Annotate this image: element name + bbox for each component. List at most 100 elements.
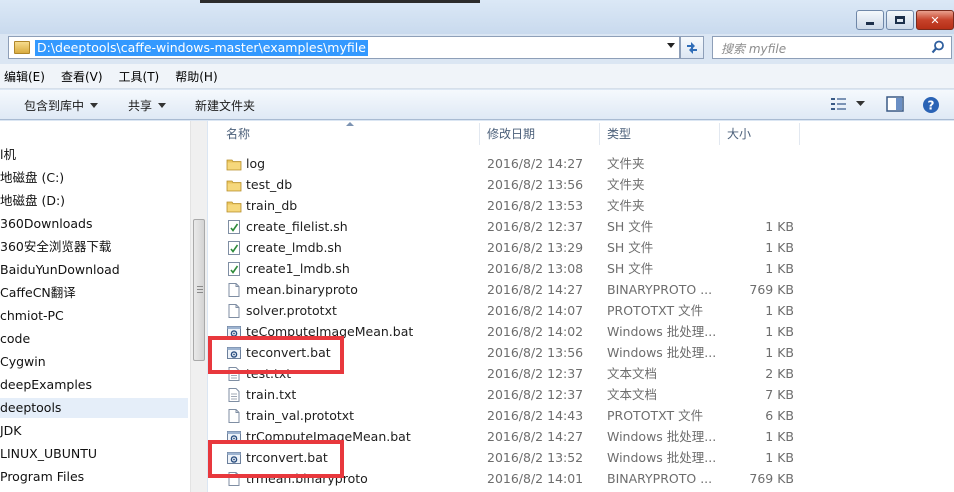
file-date: 2016/8/2 14:07 bbox=[487, 303, 584, 318]
file-row[interactable]: train_db 2016/8/2 13:53 文件夹 bbox=[208, 195, 954, 216]
refresh-button[interactable] bbox=[680, 36, 704, 59]
nav-item-cygwin[interactable]: Cygwin bbox=[0, 352, 188, 372]
file-size: 2 KB bbox=[765, 366, 794, 381]
help-icon[interactable]: ? bbox=[922, 96, 940, 114]
nav-item-chmiot-pc[interactable]: chmiot-PC bbox=[0, 306, 188, 326]
nav-item-drive-c[interactable]: 地磁盘 (C:) bbox=[0, 168, 188, 188]
nav-item-label: 360安全浏览器下载 bbox=[0, 239, 112, 254]
nav-item-program-files[interactable]: Program Files bbox=[0, 467, 188, 487]
file-row[interactable]: train.txt 2016/8/2 12:37 文本文档 7 KB bbox=[208, 384, 954, 405]
file-row[interactable]: train_val.prototxt 2016/8/2 14:43 PROTOTXT… bbox=[208, 405, 954, 426]
file-size: 1 KB bbox=[765, 240, 794, 255]
search-icon[interactable] bbox=[931, 40, 945, 54]
nav-item-label: Cygwin bbox=[0, 354, 46, 369]
nav-item-360browser-downloads[interactable]: 360安全浏览器下载 bbox=[0, 237, 188, 257]
file-date: 2016/8/2 14:27 bbox=[487, 282, 584, 297]
include-in-library-label: 包含到库中 bbox=[24, 99, 85, 113]
maximize-button[interactable] bbox=[886, 10, 914, 30]
menu-tools[interactable]: 工具(T) bbox=[119, 68, 160, 85]
new-folder-label: 新建文件夹 bbox=[195, 99, 256, 113]
nav-item-label: BaiduYunDownload bbox=[0, 262, 120, 277]
nav-item-drive-d[interactable]: 地磁盘 (D:) bbox=[0, 191, 188, 211]
svg-text:?: ? bbox=[928, 99, 935, 113]
view-options-chevron-icon[interactable] bbox=[856, 101, 865, 107]
folder-icon bbox=[226, 177, 242, 193]
nav-item-deepexamples[interactable]: deepExamples bbox=[0, 375, 188, 395]
file-type: Windows 批处理... bbox=[607, 324, 717, 339]
sort-ascending-icon bbox=[346, 122, 354, 126]
new-folder-button[interactable]: 新建文件夹 bbox=[195, 97, 255, 114]
file-type: SH 文件 bbox=[607, 261, 654, 276]
nav-item-label: deeptools bbox=[0, 400, 62, 415]
file-size: 1 KB bbox=[765, 324, 794, 339]
preview-pane-icon[interactable] bbox=[886, 96, 904, 112]
search-box[interactable]: 搜索 myfile bbox=[712, 36, 952, 59]
document-icon bbox=[226, 408, 242, 424]
restore-icon bbox=[895, 16, 905, 24]
folder-icon bbox=[14, 41, 30, 54]
file-row[interactable]: test_db 2016/8/2 13:56 文件夹 bbox=[208, 174, 954, 195]
menu-edit[interactable]: 编辑(E) bbox=[4, 68, 45, 85]
file-size: 1 KB bbox=[765, 303, 794, 318]
nav-item-label: 地磁盘 (C:) bbox=[0, 170, 65, 185]
nav-item-label: LINUX_UBUNTU bbox=[0, 446, 97, 461]
close-button[interactable]: ✕ bbox=[916, 10, 954, 30]
file-type: SH 文件 bbox=[607, 240, 654, 255]
text-file-icon bbox=[226, 387, 242, 403]
column-header-name[interactable]: 名称 bbox=[226, 121, 250, 147]
column-headers: 名称 修改日期 类型 大小 bbox=[208, 121, 954, 147]
address-path[interactable]: D:\deeptools\caffe-windows-master\exampl… bbox=[35, 40, 368, 56]
file-date: 2016/8/2 14:27 bbox=[487, 156, 584, 171]
file-row[interactable]: solver.prototxt 2016/8/2 14:07 PROTOTXT 文件… bbox=[208, 300, 954, 321]
minimize-button[interactable] bbox=[856, 10, 884, 30]
file-size bbox=[727, 195, 794, 216]
nav-item-jdk[interactable]: JDK bbox=[0, 421, 188, 441]
file-name: train.txt bbox=[246, 387, 297, 402]
nav-item-360downloads[interactable]: 360Downloads bbox=[0, 214, 188, 234]
nav-item-label: 360Downloads bbox=[0, 216, 93, 231]
file-name: solver.prototxt bbox=[246, 303, 337, 318]
address-bar[interactable]: D:\deeptools\caffe-windows-master\exampl… bbox=[8, 36, 680, 59]
file-type: Windows 批处理... bbox=[607, 450, 717, 465]
file-type: PROTOTXT 文件 bbox=[607, 303, 704, 318]
file-size: 7 KB bbox=[765, 387, 794, 402]
file-type: Windows 批处理... bbox=[607, 429, 717, 444]
search-placeholder: 搜索 myfile bbox=[721, 42, 787, 56]
file-size: 1 KB bbox=[765, 429, 794, 444]
script-file-icon bbox=[226, 240, 242, 256]
title-bar: ✕ bbox=[0, 0, 954, 34]
address-row: D:\deeptools\caffe-windows-master\exampl… bbox=[0, 34, 954, 62]
file-date: 2016/8/2 13:08 bbox=[487, 261, 584, 276]
menu-view[interactable]: 查看(V) bbox=[61, 68, 103, 85]
nav-item-caffecn[interactable]: CaffeCN翻译 bbox=[0, 283, 188, 303]
column-header-type[interactable]: 类型 bbox=[607, 121, 631, 147]
file-row[interactable]: create_lmdb.sh 2016/8/2 13:29 SH 文件 1 KB bbox=[208, 237, 954, 258]
file-type: Windows 批处理... bbox=[607, 345, 717, 360]
nav-scrollbar-thumb[interactable] bbox=[193, 219, 205, 361]
file-date: 2016/8/2 12:37 bbox=[487, 366, 584, 381]
share-button[interactable]: 共享 bbox=[128, 97, 167, 114]
nav-item-deeptools[interactable]: deeptools bbox=[0, 398, 188, 418]
nav-item-computer[interactable]: l机 bbox=[0, 145, 188, 165]
file-size: 1 KB bbox=[765, 261, 794, 276]
file-date: 2016/8/2 12:37 bbox=[487, 387, 584, 402]
file-size bbox=[727, 174, 794, 195]
nav-item-linux-ubuntu[interactable]: LINUX_UBUNTU bbox=[0, 444, 188, 464]
file-row[interactable]: mean.binaryproto 2016/8/2 14:27 BINARYPROT… bbox=[208, 279, 954, 300]
nav-item-baiduyundownload[interactable]: BaiduYunDownload bbox=[0, 260, 188, 280]
column-header-date[interactable]: 修改日期 bbox=[487, 121, 535, 147]
view-details-icon[interactable] bbox=[830, 96, 848, 112]
address-dropdown-icon[interactable] bbox=[667, 43, 675, 48]
file-row[interactable]: create_filelist.sh 2016/8/2 12:37 SH 文件 1 K… bbox=[208, 216, 954, 237]
file-name: create1_lmdb.sh bbox=[246, 261, 350, 276]
menu-help[interactable]: 帮助(H) bbox=[175, 68, 217, 85]
file-date: 2016/8/2 14:27 bbox=[487, 429, 584, 444]
file-row[interactable]: create1_lmdb.sh 2016/8/2 13:08 SH 文件 1 KB bbox=[208, 258, 954, 279]
file-row[interactable]: log 2016/8/2 14:27 文件夹 bbox=[208, 153, 954, 174]
column-header-size[interactable]: 大小 bbox=[727, 121, 751, 147]
nav-scrollbar[interactable] bbox=[190, 121, 207, 492]
include-in-library-button[interactable]: 包含到库中 bbox=[24, 97, 99, 114]
file-type: BINARYPROTO ... bbox=[607, 282, 713, 297]
file-size: 1 KB bbox=[765, 450, 794, 465]
nav-item-code[interactable]: code bbox=[0, 329, 188, 349]
